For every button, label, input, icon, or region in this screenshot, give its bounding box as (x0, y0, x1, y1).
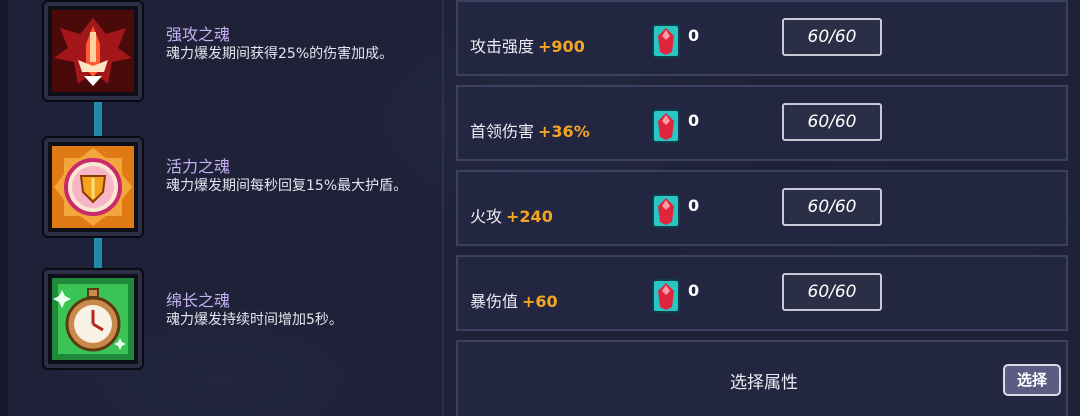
stat-row: 暴伤值 +60 0 60/60 (456, 255, 1068, 331)
level-indicator: 60/60 (782, 188, 882, 226)
stat-label: 火攻 +240 (470, 203, 553, 227)
stat-bonus: +60 (522, 292, 558, 311)
skill-description: 魂力爆发期间每秒回复15%最大护盾。 (166, 178, 408, 194)
level-indicator: 60/60 (782, 273, 882, 311)
stat-bonus: +900 (538, 37, 585, 56)
skill-icon-slot[interactable] (44, 138, 142, 236)
shield-emblem-icon (52, 146, 134, 228)
stat-name: 首领伤害 (470, 122, 535, 141)
level-indicator: 60/60 (782, 103, 882, 141)
skill-title: 活力之魂 (166, 157, 231, 176)
stat-label: 首领伤害 +36% (470, 118, 590, 142)
gem-count: 0 (688, 281, 700, 300)
select-attribute-prompt: 选择属性 (730, 373, 798, 393)
red-gem-icon (652, 24, 680, 58)
skill-description: 魂力爆发期间获得25%的伤害加成。 (166, 46, 394, 62)
skill-connector (93, 236, 103, 272)
red-gem-icon (652, 194, 680, 228)
select-button[interactable]: 选择 (1003, 364, 1061, 396)
stat-bonus: +36% (538, 122, 590, 141)
stat-row: 攻击强度 +900 0 60/60 (456, 0, 1068, 76)
stat-name: 攻击强度 (470, 37, 535, 56)
stopwatch-icon (52, 278, 134, 360)
skill-title: 强攻之魂 (166, 25, 231, 44)
stat-label: 暴伤值 +60 (470, 288, 558, 312)
stat-label: 攻击强度 +900 (470, 33, 585, 57)
stat-name: 暴伤值 (470, 292, 519, 311)
red-gem-icon (652, 279, 680, 313)
level-indicator: 60/60 (782, 18, 882, 56)
stat-name: 火攻 (470, 207, 503, 226)
crimson-fighter-icon (52, 10, 134, 92)
gem-count: 0 (688, 111, 700, 130)
gem-count: 0 (688, 26, 700, 45)
left-edge-strip (0, 0, 8, 416)
gem-count: 0 (688, 196, 700, 215)
stat-row: 火攻 +240 0 60/60 (456, 170, 1068, 246)
stat-row: 首领伤害 +36% 0 60/60 (456, 85, 1068, 161)
select-attribute-row: 选择属性 选择 (456, 340, 1068, 416)
skill-title: 绵长之魂 (166, 291, 231, 310)
skill-icon-slot[interactable] (44, 270, 142, 368)
stat-bonus: +240 (506, 207, 553, 226)
panel-divider (442, 0, 444, 416)
skill-icon-slot[interactable] (44, 2, 142, 100)
red-gem-icon (652, 109, 680, 143)
skill-connector (93, 100, 103, 136)
skill-description: 魂力爆发持续时间增加5秒。 (166, 312, 343, 328)
